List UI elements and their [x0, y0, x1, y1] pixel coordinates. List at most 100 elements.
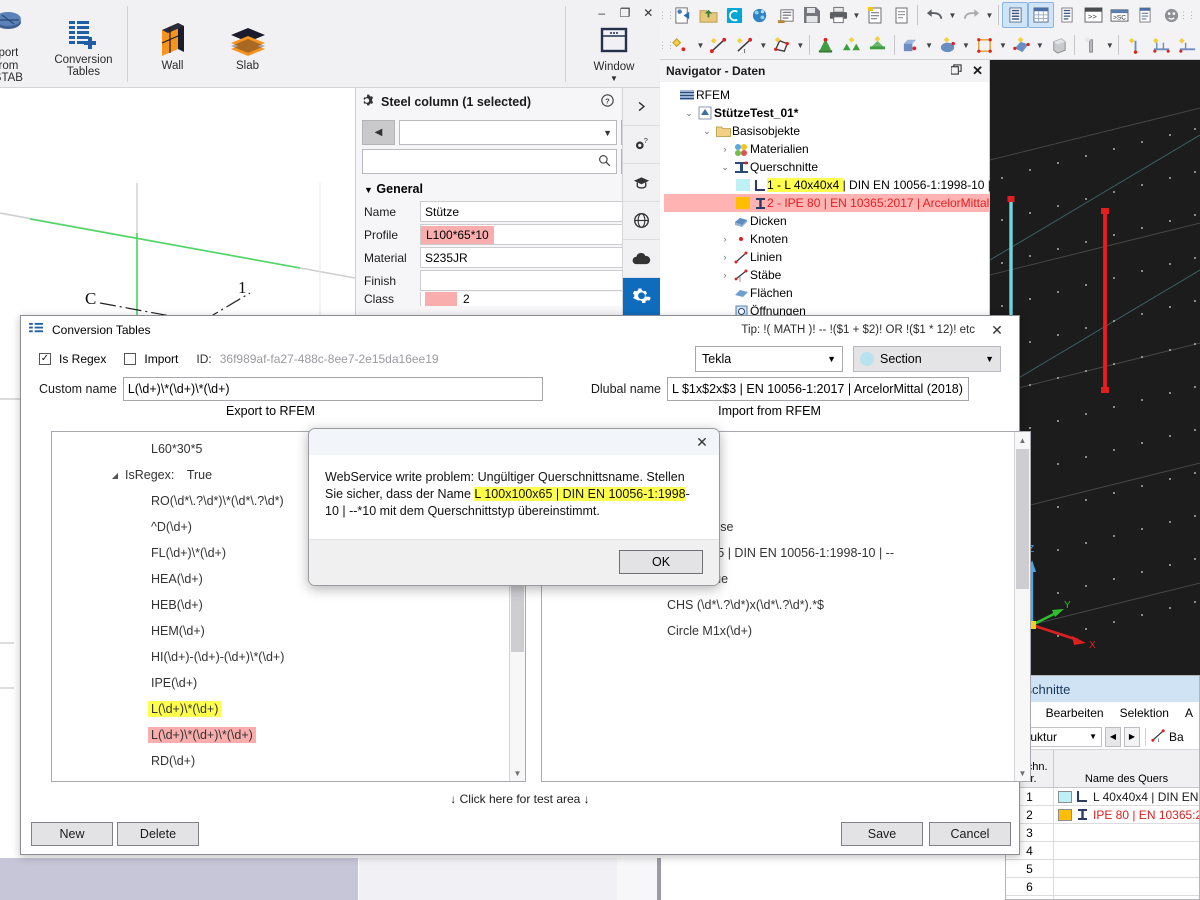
chevron-right-icon[interactable]: ›	[718, 144, 732, 154]
sidebar-item-settings[interactable]	[623, 278, 660, 316]
save-button[interactable]: Save	[841, 822, 923, 846]
table-row[interactable]: 5	[1006, 860, 1199, 878]
diagram2-icon[interactable]	[1174, 32, 1200, 58]
member-hinge-icon[interactable]	[865, 32, 891, 58]
navigator-tree-item[interactable]: 1 - L 40x40x4 | DIN EN 10056-1:1998-10 |…	[664, 176, 1002, 194]
node-icon[interactable]	[669, 32, 695, 58]
sidebar-item-cloud[interactable]	[623, 240, 660, 278]
new-button[interactable]: New	[31, 822, 113, 846]
list-item[interactable]: IPE(\d+)	[52, 670, 509, 696]
poly-caret-icon[interactable]: ▼	[795, 32, 806, 58]
navigator-tree-item[interactable]: › Knoten	[664, 230, 989, 248]
surface-poly-icon[interactable]	[769, 32, 795, 58]
line-caret-icon[interactable]: ▼	[997, 32, 1008, 58]
is-regex-checkbox[interactable]: ✓	[39, 353, 51, 365]
redo-icon[interactable]	[958, 2, 984, 28]
solid-load-icon[interactable]	[1045, 32, 1071, 58]
imperfection-icon[interactable]	[1078, 32, 1104, 58]
load-icon[interactable]	[898, 32, 924, 58]
close-icon[interactable]: ✕	[685, 434, 719, 451]
report-icon[interactable]	[1132, 2, 1158, 28]
sidebar-item-expand[interactable]	[623, 88, 660, 126]
list-item[interactable]: RD(\d+)	[52, 748, 509, 774]
close-icon[interactable]: ✕	[983, 322, 1011, 339]
sidebar-item-learning[interactable]	[623, 164, 660, 202]
chevron-right-icon[interactable]: ›	[718, 234, 732, 244]
sidebar-item-help[interactable]: ?	[623, 126, 660, 164]
imp-caret-icon[interactable]: ▼	[1104, 32, 1115, 58]
navigator-tree-item[interactable]: RFEM	[664, 86, 989, 104]
next-button[interactable]: ▶	[1124, 726, 1140, 747]
chevron-right-icon[interactable]: ›	[718, 252, 732, 262]
test-area-hint[interactable]: ↓ Click here for test area ↓	[21, 792, 1019, 806]
undo-caret-icon[interactable]: ▼	[947, 2, 958, 28]
ribbon-button-conversion-tables[interactable]: Conversion Tables	[53, 10, 114, 79]
navigator-tree-item[interactable]: › Linien	[664, 248, 989, 266]
chevron-down-icon[interactable]: ⌄	[682, 108, 696, 119]
chevron-down-icon[interactable]: ⌄	[718, 162, 732, 173]
ok-button[interactable]: OK	[619, 550, 703, 574]
list-item[interactable]: HEB(\d+)	[52, 592, 509, 618]
table-row[interactable]: 6	[1006, 878, 1199, 896]
cloud-sync-icon[interactable]	[721, 2, 747, 28]
result-icon[interactable]	[1122, 32, 1148, 58]
list-item[interactable]: HI(\d+)-(\d+)-(\d+)\*(\d+)	[52, 644, 509, 670]
profile-input[interactable]: L100*65*10	[420, 224, 629, 245]
delete-button[interactable]: Delete	[117, 822, 199, 846]
member-icon[interactable]: I	[732, 32, 758, 58]
import-list-scrollbar[interactable]: ▲ ▼	[1014, 432, 1030, 781]
navigator-tree-item[interactable]: ⌄ Basisobjekte	[664, 122, 989, 140]
minimize-button[interactable]: –	[590, 0, 613, 26]
dlubal-name-input[interactable]: L $1x$2x$3 | EN 10056-1:2017 | ArcelorMi…	[667, 377, 969, 401]
scroll-down-icon[interactable]: ▼	[510, 765, 525, 781]
sections-menu-item[interactable]: Bearbeiten	[1046, 706, 1104, 720]
list-item[interactable]: L(\d+)\*(\d+)	[52, 696, 509, 722]
table-row[interactable]: 1L 40x40x4 | DIN EN 100	[1006, 788, 1199, 806]
sections-menu-item[interactable]: A	[1185, 706, 1193, 720]
general-section-header[interactable]: ▼ General	[356, 174, 660, 200]
search-input[interactable]	[362, 149, 617, 174]
navigator-tree-item[interactable]: ⌄ Querschnitte	[664, 158, 989, 176]
redo-caret-icon[interactable]: ▼	[984, 2, 995, 28]
node-caret-icon[interactable]: ▼	[695, 32, 706, 58]
navigator-tree-item[interactable]: Dicken	[664, 212, 989, 230]
import-picture-icon[interactable]	[773, 2, 799, 28]
ribbon-button-window[interactable]: Window ▼	[582, 17, 646, 85]
software-dropdown[interactable]: Tekla ▼	[695, 346, 843, 372]
print-caret-icon[interactable]: ▼	[851, 2, 862, 28]
custom-name-input[interactable]: L(\d+)\*(\d+)\*(\d+)	[122, 377, 543, 401]
nodal-load-icon[interactable]	[935, 32, 961, 58]
table-row[interactable]: 3	[1006, 824, 1199, 842]
maximize-button[interactable]: ❐	[613, 0, 636, 26]
load-caret-icon[interactable]: ▼	[924, 32, 935, 58]
ribbon-button-import-from-astab[interactable]: port rom STAB	[0, 3, 29, 85]
scrollbar-thumb[interactable]	[1016, 449, 1029, 589]
line-load-icon[interactable]	[972, 32, 998, 58]
table-panel-icon[interactable]	[1002, 2, 1028, 28]
scroll-up-icon[interactable]: ▲	[1015, 432, 1030, 448]
surface-load-icon[interactable]	[1008, 32, 1034, 58]
name-input[interactable]: Stütze	[420, 201, 654, 222]
toolbar-grip[interactable]: ⋮⋮	[1179, 4, 1196, 26]
list-item[interactable]: (\d+)X(\d+)	[52, 774, 509, 781]
table-row[interactable]: 7	[1006, 896, 1199, 899]
finish-input[interactable]	[420, 270, 654, 291]
surface-caret-icon[interactable]: ▼	[1034, 32, 1045, 58]
list-item[interactable]: HEM(\d+)	[52, 618, 509, 644]
grid-table-icon[interactable]	[1028, 2, 1054, 28]
preset-combo[interactable]: ▼	[399, 120, 617, 145]
diagram-icon[interactable]	[1148, 32, 1174, 58]
properties-icon[interactable]	[1054, 2, 1080, 28]
printout-report-icon[interactable]	[862, 2, 888, 28]
help-icon[interactable]: ?	[601, 94, 614, 110]
prev-button[interactable]: ◀	[1105, 726, 1121, 747]
navigator-tree-item[interactable]: Flächen	[664, 284, 989, 302]
member-caret-icon[interactable]: ▼	[758, 32, 769, 58]
undo-icon[interactable]	[921, 2, 947, 28]
type-dropdown[interactable]: Section ▼	[853, 346, 1001, 372]
material-input[interactable]: S235JR	[420, 247, 629, 268]
navigator-tree-item[interactable]: › I Stäbe	[664, 266, 989, 284]
navigator-tree-item[interactable]: ⌄ StützeTest_01*	[664, 104, 989, 122]
scroll-down-icon[interactable]: ▼	[1015, 765, 1030, 781]
prev-button[interactable]: ◀	[362, 120, 395, 145]
